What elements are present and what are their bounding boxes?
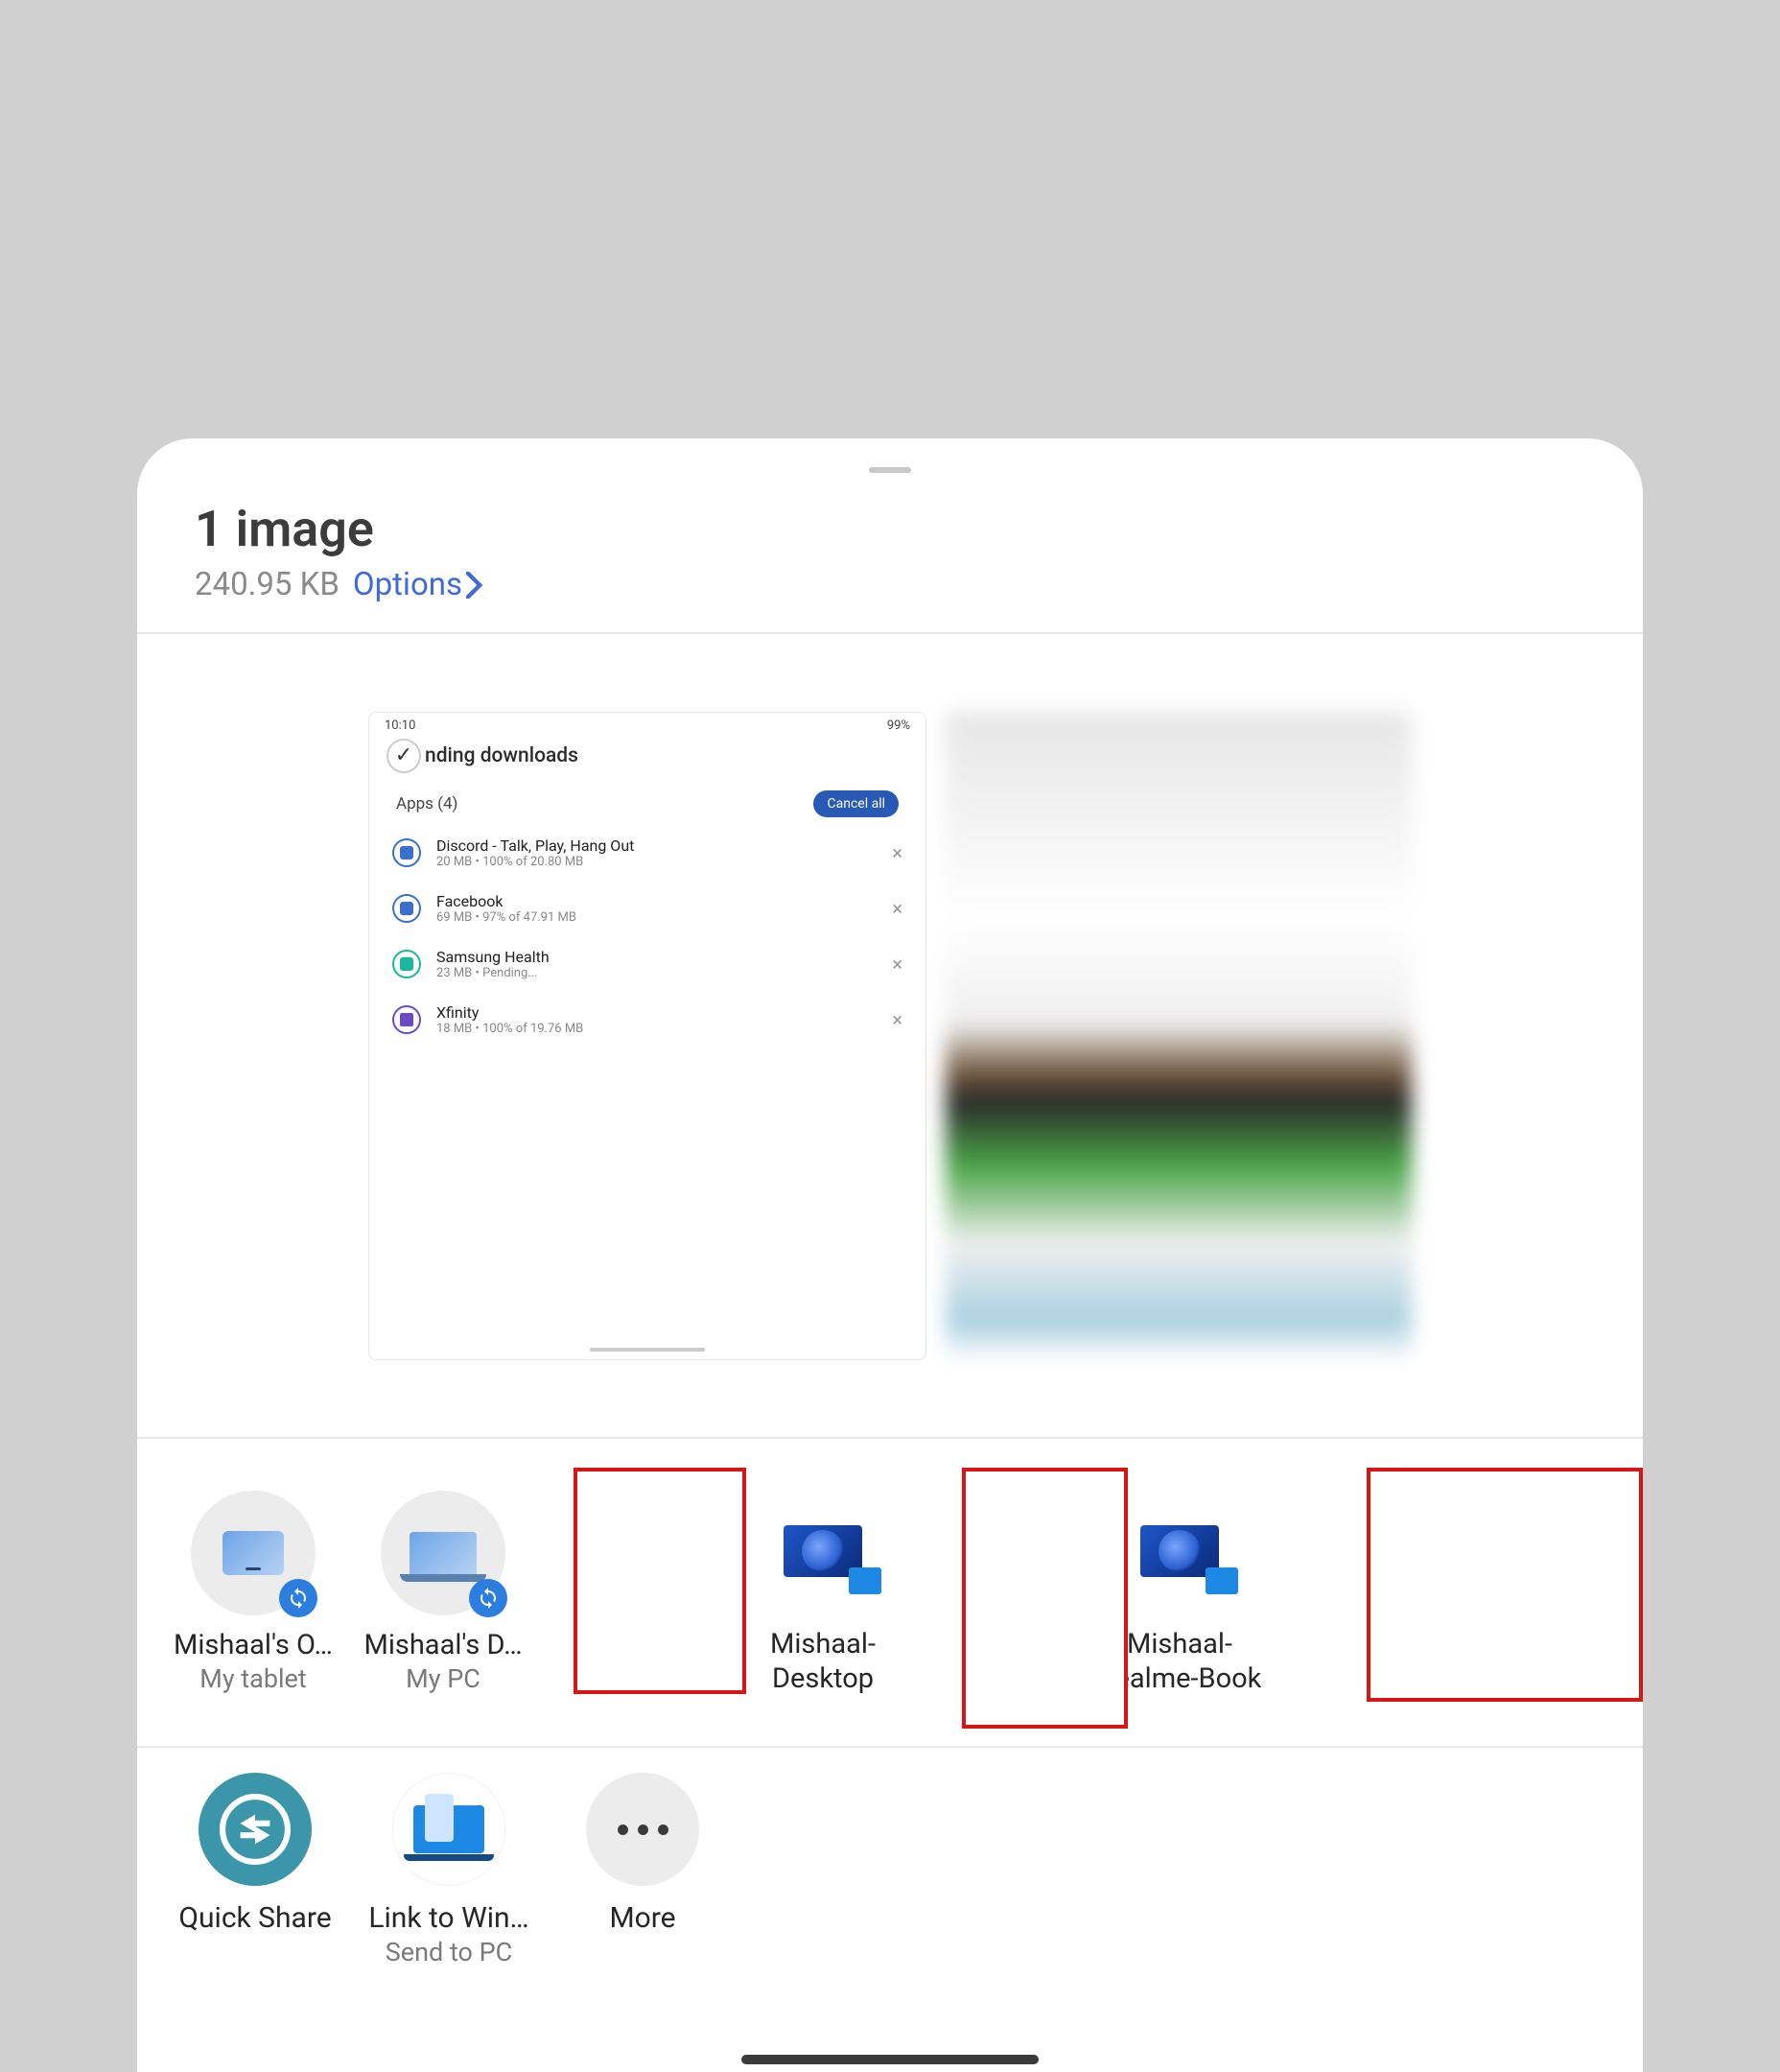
quick-share-icon xyxy=(199,1773,312,1886)
preview-row: Discord - Talk, Play, Hang Out 20 MB • 1… xyxy=(369,825,925,881)
device-item-tablet[interactable]: Mishaal's O… My tablet xyxy=(158,1491,348,1694)
action-label: Quick Share xyxy=(178,1901,331,1935)
check-icon: ✓ xyxy=(386,739,421,773)
close-icon: × xyxy=(892,953,902,976)
share-sheet: 1 image 240.95 KB Options 10:10 99% ✓ nd… xyxy=(137,438,1643,2072)
annotation-box xyxy=(962,1468,1128,1729)
share-subtitle: 240.95 KB Options xyxy=(195,566,1585,603)
action-sub: Send to PC xyxy=(386,1937,512,1967)
file-size: 240.95 KB xyxy=(195,566,340,603)
app-sub: 18 MB • 100% of 19.76 MB xyxy=(436,1022,877,1036)
preview-subheader: Apps (4) Cancel all xyxy=(369,773,925,825)
preview-row: Samsung Health 23 MB • Pending... × xyxy=(369,936,925,992)
share-title: 1 image xyxy=(195,500,1585,558)
app-sub: 23 MB • Pending... xyxy=(436,966,877,980)
device-label: Mishaal's O… xyxy=(174,1629,333,1661)
app-name: Xfinity xyxy=(436,1003,877,1022)
annotation-box xyxy=(574,1468,746,1694)
preview-time: 10:10 xyxy=(385,718,415,733)
more-icon xyxy=(586,1773,699,1886)
options-link[interactable]: Options xyxy=(353,566,483,603)
device-label: Mishaal's D… xyxy=(364,1629,523,1661)
device-icon xyxy=(191,1491,316,1615)
sync-badge-icon xyxy=(279,1579,317,1617)
app-name: Discord - Talk, Play, Hang Out xyxy=(436,836,877,855)
action-label: Link to Win… xyxy=(368,1901,528,1935)
monitor-badge-icon xyxy=(849,1567,881,1594)
preview-header: ✓ nding downloads xyxy=(369,739,925,773)
device-sub: My PC xyxy=(406,1663,480,1694)
tablet-icon xyxy=(222,1531,284,1575)
chevron-right-icon xyxy=(466,572,483,599)
actions-row: Quick Share Link to Win… Send to PC More xyxy=(137,1748,1643,1990)
nav-handle[interactable] xyxy=(741,2055,1039,2064)
preview-row: Xfinity 18 MB • 100% of 19.76 MB × xyxy=(369,992,925,1048)
device-icon xyxy=(381,1491,505,1615)
link-to-windows-icon xyxy=(392,1773,505,1886)
device-item-desktop[interactable]: Mishaal-Desktop xyxy=(728,1489,918,1697)
annotation-box xyxy=(1367,1468,1643,1702)
windows-monitor-icon xyxy=(1140,1525,1219,1577)
app-icon xyxy=(392,950,421,978)
device-item-pc[interactable]: Mishaal's D… My PC xyxy=(348,1491,538,1694)
preview-page-title: nding downloads xyxy=(425,744,578,767)
preview-statusbar: 10:10 99% xyxy=(369,713,925,739)
app-name: Facebook xyxy=(436,892,877,910)
preview-thumbnail-2[interactable] xyxy=(946,712,1412,1360)
drag-handle[interactable] xyxy=(869,467,911,473)
action-quick-share[interactable]: Quick Share xyxy=(158,1773,352,1935)
device-label: Mishaal-Desktop xyxy=(736,1627,910,1697)
app-icon xyxy=(392,1005,421,1034)
close-icon: × xyxy=(892,841,902,864)
preview-row: Facebook 69 MB • 97% of 47.91 MB × xyxy=(369,881,925,936)
options-label: Options xyxy=(353,566,462,603)
sync-badge-icon xyxy=(469,1579,507,1617)
app-name: Samsung Health xyxy=(436,948,877,966)
app-icon xyxy=(392,838,421,867)
app-icon xyxy=(392,894,421,923)
monitor-badge-icon xyxy=(1206,1567,1238,1594)
preview-battery: 99% xyxy=(887,718,910,733)
device-icon xyxy=(761,1489,885,1613)
app-sub: 69 MB • 97% of 47.91 MB xyxy=(436,910,877,925)
action-more[interactable]: More xyxy=(546,1773,739,1935)
device-icon xyxy=(1117,1489,1242,1613)
preview-thumbnail-1[interactable]: 10:10 99% ✓ nding downloads Apps (4) Can… xyxy=(368,712,926,1360)
device-sub: My tablet xyxy=(199,1663,306,1694)
preview-nav-handle xyxy=(590,1348,705,1352)
close-icon: × xyxy=(892,1008,902,1031)
close-icon: × xyxy=(892,897,902,920)
preview-cancel-all: Cancel all xyxy=(813,790,899,817)
app-sub: 20 MB • 100% of 20.80 MB xyxy=(436,855,877,869)
windows-monitor-icon xyxy=(784,1525,862,1577)
preview-area[interactable]: 10:10 99% ✓ nding downloads Apps (4) Can… xyxy=(137,634,1643,1437)
action-label: More xyxy=(609,1901,675,1935)
laptop-icon xyxy=(410,1532,477,1574)
action-link-to-windows[interactable]: Link to Win… Send to PC xyxy=(352,1773,546,1967)
preview-apps-label: Apps (4) xyxy=(396,794,457,813)
